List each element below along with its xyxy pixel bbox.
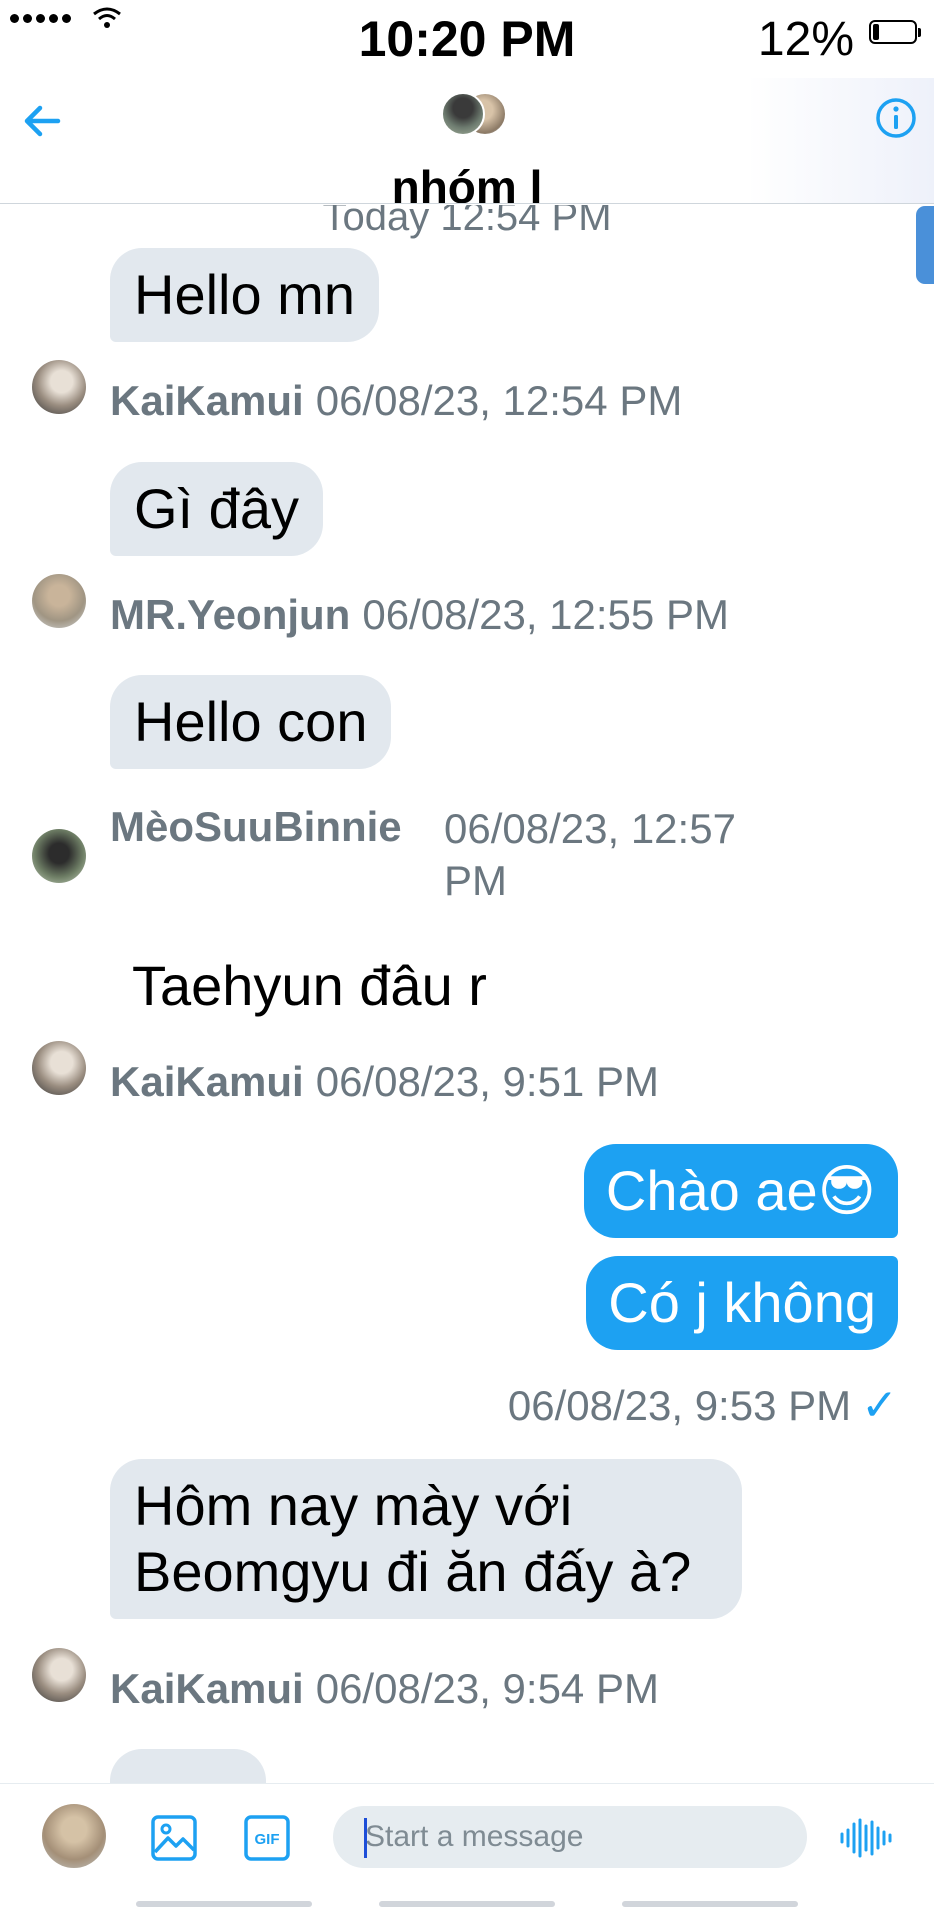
gif-icon[interactable]: GIF [243,1814,291,1862]
group-name[interactable]: nhóm l [0,160,934,203]
incoming-message[interactable]: Hello mn [110,248,379,342]
message-meta: KaiKamui 06/08/23, 12:54 PM [110,377,682,425]
sender-name[interactable]: KaiKamui [110,377,304,424]
text-caret [364,1818,367,1858]
voice-waveform-icon[interactable] [838,1814,894,1862]
home-indicator [0,1883,934,1920]
message-meta: MR.Yeonjun 06/08/23, 12:55 PM [110,591,729,639]
outgoing-message[interactable]: Chào ae😎 [583,1144,898,1238]
home-indicator-segment [622,1901,798,1907]
compose-bar: GIF [0,1783,934,1883]
image-icon[interactable] [150,1814,198,1862]
message-time: 06/08/23, 12:57 PM [444,803,736,907]
home-indicator-segment [379,1901,555,1907]
incoming-message[interactable]: Hello con [110,675,392,769]
avatar[interactable] [42,1804,106,1868]
battery-icon [869,20,921,44]
message-line: Beomgyu đi ăn đấy à? [134,1540,692,1603]
avatar[interactable] [32,1648,86,1702]
info-icon[interactable] [874,96,918,140]
message-line: Hôm nay mày với [134,1474,573,1537]
group-avatars[interactable] [441,92,509,138]
message-meta: KaiKamui 06/08/23, 9:54 PM [110,1665,659,1713]
message-time: 06/08/23, 9:54 PM [315,1665,659,1712]
sender-name[interactable]: MR.Yeonjun [110,591,350,638]
avatar[interactable] [32,360,86,414]
status-bar: 10:20 PM 12% [0,0,934,78]
avatar[interactable] [32,829,86,883]
gif-label: GIF [255,1831,280,1848]
avatar[interactable] [32,574,86,628]
battery-percent: 12% [757,13,854,66]
home-indicator-segment [136,1901,312,1907]
sender-name[interactable]: KaiKamui [110,1058,304,1105]
chat-thread[interactable]: Today 12:54 PM Hello mn KaiKamui 06/08/23… [0,205,934,1783]
message-input[interactable] [333,1806,807,1868]
arrow-left-icon[interactable] [18,96,68,146]
sent-check-icon: ✓ [861,1381,898,1430]
conversation-header: nhóm l [0,78,934,204]
message-time: 06/08/23, 12:55 PM [362,591,729,638]
day-label: Today 12:54 PM [322,205,612,239]
message-meta: KaiKamui 06/08/23, 9:51 PM [110,1058,659,1106]
message-time: 06/08/23, 12:54 PM [315,377,683,424]
avatar[interactable] [32,1041,86,1095]
incoming-message-partial[interactable] [110,1749,266,1783]
message-time: 06/08/23, 9:53 PM [507,1382,852,1429]
incoming-message[interactable]: Hôm nay mày với Beomgyu đi ăn đấy à? [110,1459,742,1619]
message-time: 06/08/23, 9:51 PM [315,1058,659,1105]
sender-name[interactable]: KaiKamui [110,1665,304,1712]
incoming-message[interactable]: Taehyun đâu r [132,953,487,1019]
outgoing-message[interactable]: Có j không [586,1256,898,1350]
incoming-message[interactable]: Gì đây [110,462,323,556]
message-time-line: PM [444,857,507,904]
outgoing-meta: 06/08/23, 9:53 PM ✓ [508,1380,898,1431]
message-meta: MèoSuuBinnie [110,803,414,851]
sender-name[interactable]: MèoSuuBinnie [110,803,402,850]
avatar [441,92,485,136]
message-time-line: 06/08/23, 12:57 [444,805,736,852]
